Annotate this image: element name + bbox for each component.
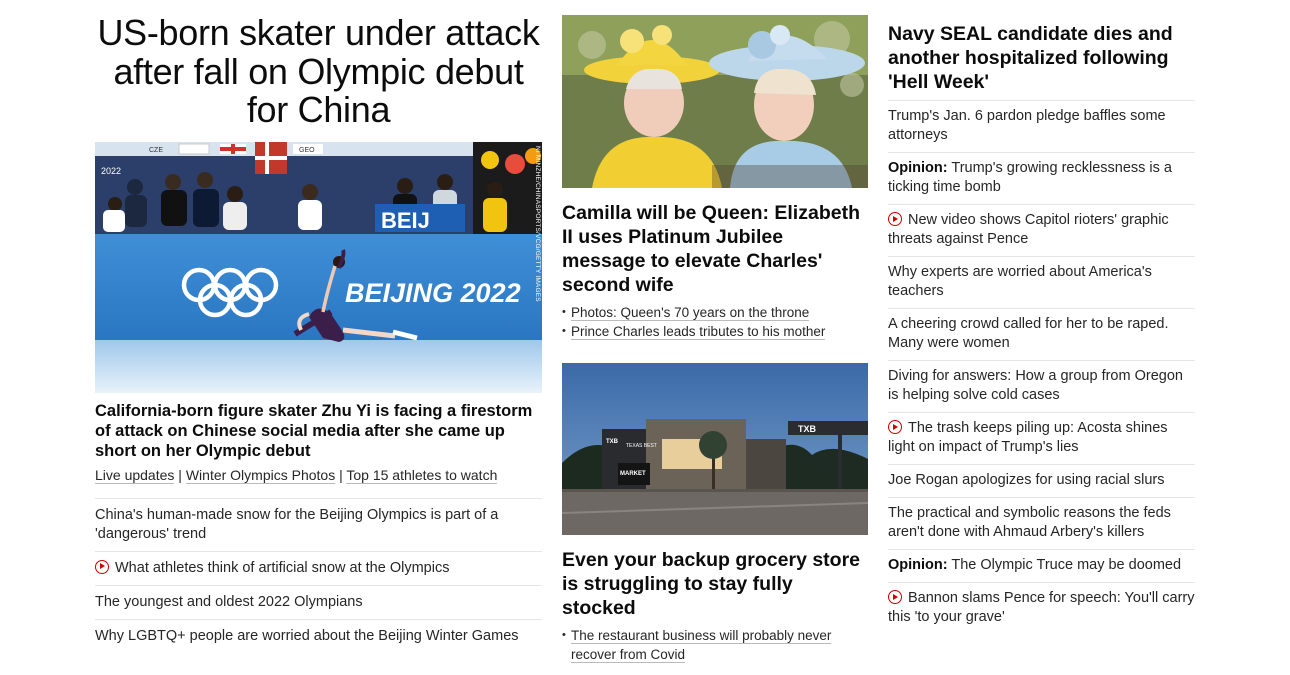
- photo-corner-text: 2022: [101, 166, 121, 176]
- list-item[interactable]: The practical and symbolic reasons the f…: [888, 498, 1195, 550]
- link-top-athletes[interactable]: Top 15 athletes to watch: [346, 466, 498, 484]
- photo-credit: NI MINZHE/CHINASPORTS/VCG/GETTY IMAGES: [534, 145, 541, 302]
- list-item-text: New video shows Capitol rioters' graphic…: [888, 212, 1169, 247]
- lead-story-column: US-born skater under attack after fall o…: [95, 13, 542, 653]
- list-item[interactable]: Photos: Queen's 70 years on the throne: [562, 303, 868, 322]
- list-item[interactable]: Diving for answers: How a group from Ore…: [888, 361, 1195, 413]
- list-item[interactable]: Opinion: The Olympic Truce may be doomed: [888, 550, 1195, 583]
- skater-photo: BEIJ 2022 CZE GEO BEIJING 2022: [95, 141, 542, 393]
- link-winter-olympics-photos[interactable]: Winter Olympics Photos: [185, 466, 336, 484]
- list-item-text: Trump's Jan. 6 pardon pledge baffles som…: [888, 108, 1166, 143]
- link-separator: |: [178, 466, 182, 483]
- grocery-card: MARKET TXB TXB TEXAS BEST Even your back…: [562, 363, 868, 664]
- video-play-icon: [888, 420, 902, 434]
- queen-photo: [562, 15, 868, 188]
- photo-board-text: BEIJ: [381, 208, 430, 233]
- list-item[interactable]: The youngest and oldest 2022 Olympians: [95, 586, 542, 620]
- list-item-text: Why LGBTQ+ people are worried about the …: [95, 627, 519, 644]
- queen-card-image[interactable]: [562, 15, 868, 193]
- list-item-text: Bannon slams Pence for speech: You'll ca…: [888, 590, 1195, 625]
- store-sign-txb: TXB: [798, 424, 817, 434]
- list-item[interactable]: Prince Charles leads tributes to his mot…: [562, 322, 868, 341]
- video-play-icon: [888, 212, 902, 226]
- list-item-text: The practical and symbolic reasons the f…: [888, 505, 1171, 540]
- list-item-text: What athletes think of artificial snow a…: [115, 559, 450, 576]
- right-column: Navy SEAL candidate dies and another hos…: [888, 22, 1195, 634]
- list-item[interactable]: Bannon slams Pence for speech: You'll ca…: [888, 583, 1195, 634]
- lead-caption[interactable]: California-born figure skater Zhu Yi is …: [95, 401, 542, 461]
- opinion-label: Opinion:: [888, 160, 948, 176]
- list-item[interactable]: New video shows Capitol rioters' graphic…: [888, 205, 1195, 257]
- lead-story-image[interactable]: BEIJ 2022 CZE GEO BEIJING 2022 NI MINZHE…: [95, 141, 542, 393]
- grocery-card-links: The restaurant business will probably ne…: [562, 626, 868, 664]
- store-sign-texas-best: TEXAS BEST: [626, 443, 657, 449]
- list-item[interactable]: Why LGBTQ+ people are worried about the …: [95, 620, 542, 653]
- queen-card-links: Photos: Queen's 70 years on the throne P…: [562, 303, 868, 341]
- list-item-text: The trash keeps piling up: Acosta shines…: [888, 420, 1168, 455]
- opinion-label: Opinion:: [888, 557, 948, 573]
- middle-column: Camilla will be Queen: Elizabeth II uses…: [562, 15, 868, 664]
- photo-sign-left: CZE: [149, 147, 163, 154]
- right-headline[interactable]: Navy SEAL candidate dies and another hos…: [888, 22, 1195, 94]
- store-sign-market: MARKET: [620, 471, 646, 477]
- queen-card: Camilla will be Queen: Elizabeth II uses…: [562, 15, 868, 341]
- list-item-text: Diving for answers: How a group from Ore…: [888, 368, 1183, 403]
- list-item-text: China's human-made snow for the Beijing …: [95, 506, 499, 542]
- lead-story-list: China's human-made snow for the Beijing …: [95, 497, 542, 653]
- video-play-icon: [95, 559, 109, 574]
- grocery-card-image[interactable]: MARKET TXB TXB TEXAS BEST: [562, 363, 868, 540]
- list-item[interactable]: Joe Rogan apologizes for using racial sl…: [888, 465, 1195, 498]
- lead-headline[interactable]: US-born skater under attack after fall o…: [95, 13, 542, 130]
- photo-sign-right: GEO: [299, 147, 315, 154]
- list-item[interactable]: The restaurant business will probably ne…: [562, 626, 868, 664]
- link-prince-charles[interactable]: Prince Charles leads tributes to his mot…: [571, 324, 826, 340]
- video-play-icon: [888, 590, 902, 604]
- list-item[interactable]: What athletes think of artificial snow a…: [95, 552, 542, 586]
- grocery-card-title[interactable]: Even your backup grocery store is strugg…: [562, 548, 868, 620]
- list-item[interactable]: The trash keeps piling up: Acosta shines…: [888, 413, 1195, 465]
- list-item[interactable]: Trump's Jan. 6 pardon pledge baffles som…: [888, 101, 1195, 153]
- list-item[interactable]: China's human-made snow for the Beijing …: [95, 499, 542, 552]
- list-item-text: Why experts are worried about America's …: [888, 264, 1152, 299]
- link-live-updates[interactable]: Live updates: [95, 466, 175, 484]
- list-item-text: The Olympic Truce may be doomed: [951, 557, 1182, 573]
- list-item[interactable]: Why experts are worried about America's …: [888, 257, 1195, 309]
- link-queen-photos[interactable]: Photos: Queen's 70 years on the throne: [571, 305, 810, 321]
- right-story-list: Trump's Jan. 6 pardon pledge baffles som…: [888, 100, 1195, 634]
- list-item-text: Joe Rogan apologizes for using racial sl…: [888, 472, 1165, 488]
- link-restaurant-business[interactable]: The restaurant business will probably ne…: [571, 628, 832, 663]
- link-separator: |: [339, 466, 343, 483]
- lead-related-links: Live updates | Winter Olympics Photos | …: [95, 466, 542, 484]
- list-item-text: A cheering crowd called for her to be ra…: [888, 316, 1169, 351]
- store-photo: MARKET TXB TXB TEXAS BEST: [562, 363, 868, 535]
- list-item-text: The youngest and oldest 2022 Olympians: [95, 593, 363, 610]
- photo-banner-text: BEIJING 2022: [345, 278, 521, 308]
- list-item[interactable]: Opinion: Trump's growing recklessness is…: [888, 153, 1195, 205]
- store-sign-txb-left: TXB: [606, 439, 619, 445]
- queen-card-title[interactable]: Camilla will be Queen: Elizabeth II uses…: [562, 201, 868, 297]
- list-item[interactable]: A cheering crowd called for her to be ra…: [888, 309, 1195, 361]
